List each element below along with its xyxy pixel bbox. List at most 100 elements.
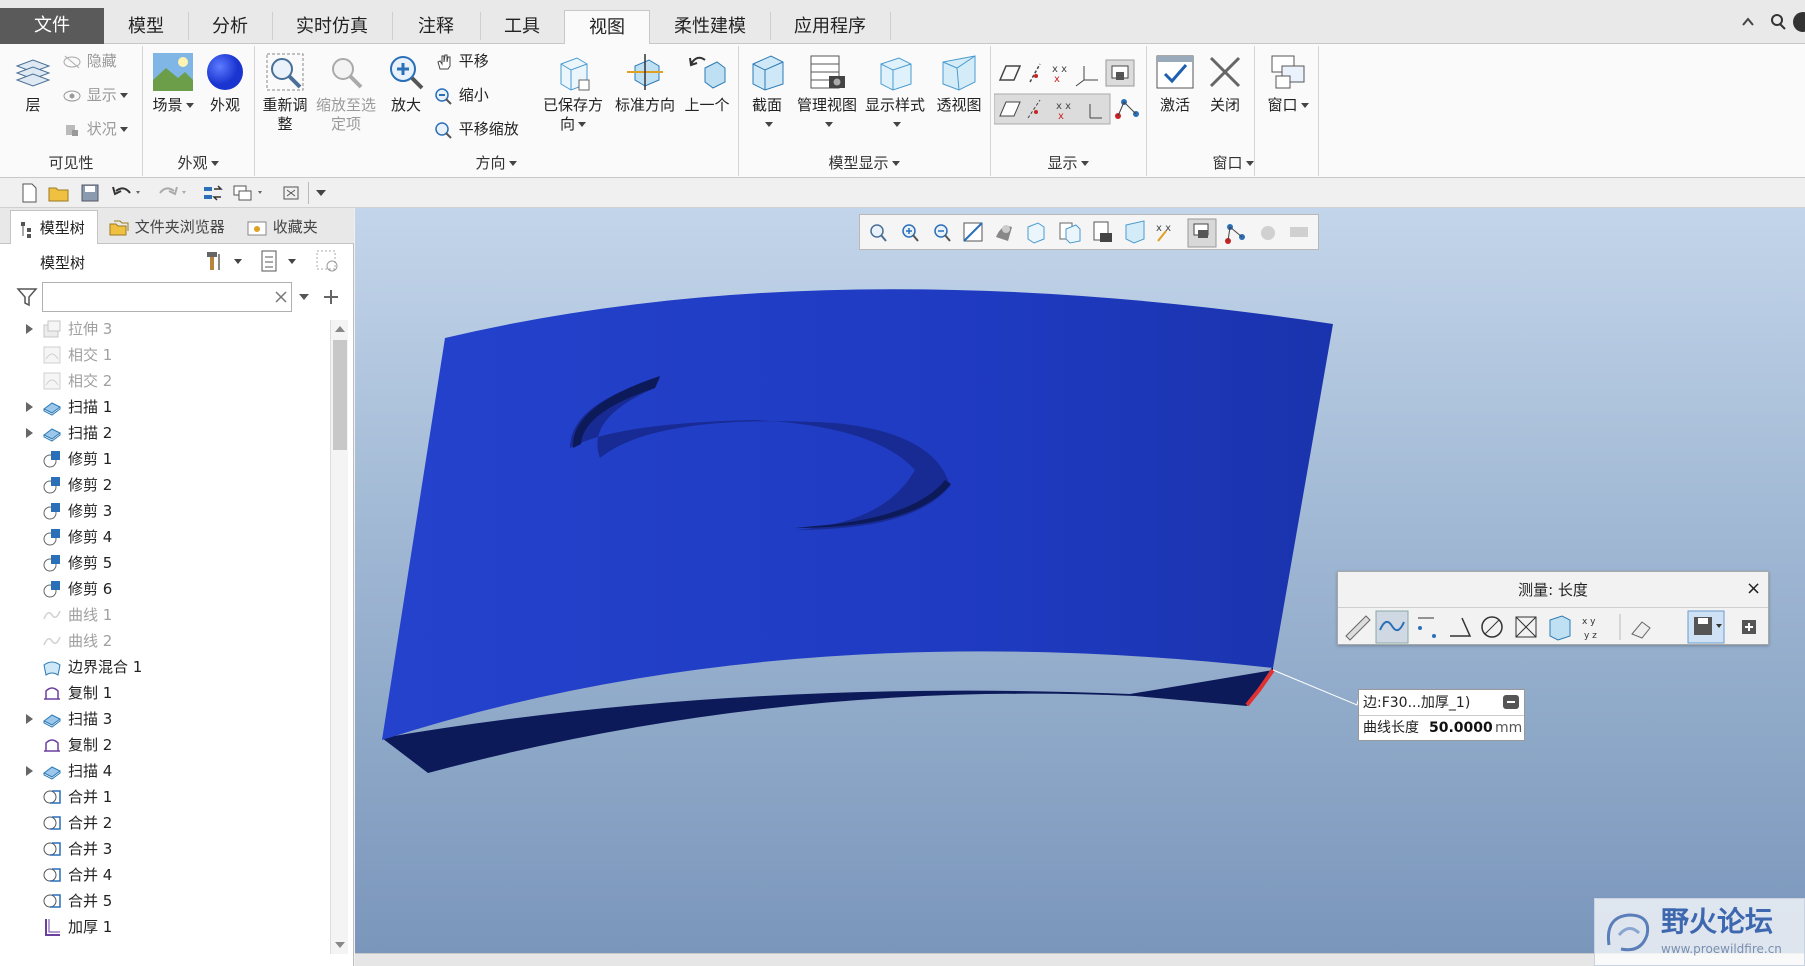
tree-item[interactable]: 扫描 2 — [0, 420, 330, 446]
repaint-icon[interactable] — [963, 222, 983, 242]
scene-button[interactable]: 场景 — [148, 52, 198, 115]
slab-disabled-icon[interactable] — [1290, 227, 1308, 237]
datum-display-row1[interactable]: x xx — [996, 58, 1136, 88]
close-icon[interactable] — [282, 183, 302, 203]
manage-views-button[interactable]: 管理视图 — [794, 52, 860, 134]
appearance-button[interactable]: 外观 — [202, 52, 248, 115]
search-options-icon[interactable] — [298, 292, 310, 302]
windows-icon[interactable] — [232, 183, 268, 203]
open-folder-icon[interactable] — [48, 183, 70, 203]
tree-item[interactable]: 合并 3 — [0, 836, 330, 862]
model-display-group-label[interactable]: 模型显示 — [738, 150, 990, 176]
layer-button[interactable]: 层 — [8, 52, 58, 115]
section-button[interactable]: 截面 — [742, 52, 792, 134]
tree-item[interactable]: 修剪 3 — [0, 498, 330, 524]
measure-close-button[interactable]: × — [1746, 579, 1761, 599]
tree-item[interactable]: 合并 4 — [0, 862, 330, 888]
diameter-measure-icon[interactable] — [1481, 616, 1503, 638]
tree-item[interactable]: 复制 1 — [0, 680, 330, 706]
zoom-out-button[interactable]: 缩小 — [434, 84, 489, 106]
tab-flexible-modeling[interactable]: 柔性建模 — [650, 10, 770, 44]
expand-dialog-icon[interactable] — [1742, 620, 1756, 634]
summary-ruler-icon[interactable] — [1345, 615, 1371, 641]
scroll-down-icon[interactable] — [334, 940, 346, 950]
zoom-out-toolbar-icon[interactable] — [934, 224, 951, 242]
collapse-callout-icon[interactable] — [1502, 694, 1520, 710]
tree-item[interactable]: 修剪 6 — [0, 576, 330, 602]
volume-measure-icon[interactable] — [1549, 615, 1571, 641]
search-icon[interactable] — [1768, 12, 1788, 32]
tab-file[interactable]: 文件 — [0, 8, 104, 44]
view-manager-toolbar-icon[interactable] — [1059, 222, 1081, 244]
tab-folder-browser[interactable]: 文件夹浏览器 — [100, 210, 236, 244]
close-window-button[interactable]: 关闭 — [1202, 52, 1248, 115]
tree-item[interactable]: 修剪 1 — [0, 446, 330, 472]
activate-button[interactable]: 激活 — [1152, 52, 1198, 115]
pan-zoom-button[interactable]: 平移缩放 — [434, 118, 519, 140]
tree-item[interactable]: 合并 5 — [0, 888, 330, 914]
tree-item[interactable]: 曲线 1 — [0, 602, 330, 628]
area-measure-icon[interactable] — [1515, 616, 1537, 638]
regenerate-icon[interactable] — [202, 183, 224, 203]
tab-applications[interactable]: 应用程序 — [770, 10, 890, 44]
saved-orientations-button[interactable]: 已保存方向 — [538, 52, 608, 134]
zoom-in-button[interactable]: 放大 — [384, 52, 428, 115]
datum-display-toolbar-icon[interactable]: x x — [1156, 223, 1171, 242]
sphere-disabled-icon[interactable] — [1261, 226, 1275, 240]
window-button[interactable]: 窗口 — [1262, 52, 1314, 115]
clear-search-icon[interactable] — [274, 290, 288, 304]
perspective-button[interactable]: 透视图 — [930, 52, 988, 115]
save-icon[interactable] — [80, 183, 100, 203]
expand-arrow-icon[interactable] — [26, 428, 33, 438]
orientation-group-label[interactable]: 方向 — [254, 150, 738, 176]
scroll-up-icon[interactable] — [334, 324, 346, 334]
tab-view[interactable]: 视图 — [564, 10, 650, 44]
expand-arrow-icon[interactable] — [26, 402, 33, 412]
hide-button[interactable]: 隐藏 — [62, 50, 117, 72]
model-top-face[interactable] — [382, 289, 1333, 740]
tree-item[interactable]: 相交 1 — [0, 342, 330, 368]
tree-search-input[interactable] — [42, 282, 292, 312]
zoom-in-toolbar-icon[interactable] — [902, 224, 919, 242]
transform-measure-icon[interactable]: x y y z — [1582, 617, 1597, 641]
scroll-thumb[interactable] — [333, 340, 347, 450]
refit-icon[interactable] — [870, 224, 887, 242]
tree-item[interactable]: 曲线 2 — [0, 628, 330, 654]
tree-item[interactable]: 加厚 1 — [0, 914, 330, 940]
expand-arrow-icon[interactable] — [26, 714, 33, 724]
tab-realtime-simulation[interactable]: 实时仿真 — [272, 10, 392, 44]
status-button[interactable]: 状况 — [62, 118, 128, 140]
zoom-to-selected-button[interactable]: 缩放至选定项 — [314, 52, 378, 134]
tree-item[interactable]: 扫描 3 — [0, 706, 330, 732]
tree-item[interactable]: 修剪 5 — [0, 550, 330, 576]
tree-item[interactable]: 合并 2 — [0, 810, 330, 836]
tree-item[interactable]: 复制 2 — [0, 732, 330, 758]
tree-item[interactable]: 修剪 2 — [0, 472, 330, 498]
redo-icon[interactable] — [156, 183, 190, 203]
tab-analysis[interactable]: 分析 — [188, 10, 272, 44]
distance-measure-icon[interactable] — [1418, 617, 1436, 638]
tag-display-row[interactable]: x xx — [994, 92, 1144, 126]
refit-button[interactable]: 重新调整 — [258, 52, 312, 134]
tree-item[interactable]: 修剪 4 — [0, 524, 330, 550]
spin-center-toolbar-icon[interactable] — [1225, 224, 1245, 244]
measure-result-callout[interactable]: 边:F30...加厚_1) 曲线长度 50.0000 mm — [1358, 689, 1525, 741]
show-button[interactable]: 显示 — [62, 84, 128, 106]
appearance-group-label[interactable]: 外观 — [142, 150, 254, 176]
tab-model-tree[interactable]: 模型树 — [10, 210, 98, 244]
expand-arrow-icon[interactable] — [26, 766, 33, 776]
tree-item[interactable]: 合并 1 — [0, 784, 330, 810]
angle-measure-icon[interactable] — [1450, 617, 1472, 637]
tree-item[interactable]: 相交 2 — [0, 368, 330, 394]
tree-filter-display-icon[interactable] — [314, 248, 342, 274]
new-file-icon[interactable] — [20, 183, 38, 203]
add-filter-icon[interactable] — [322, 288, 340, 306]
previous-orientation-button[interactable]: 上一个 — [682, 52, 732, 115]
tab-tools[interactable]: 工具 — [480, 10, 564, 44]
tree-item[interactable]: 边界混合 1 — [0, 654, 330, 680]
tree-settings-icon[interactable] — [204, 248, 248, 274]
pan-button[interactable]: 平移 — [434, 50, 489, 72]
tree-columns-icon[interactable] — [258, 248, 302, 274]
expand-arrow-icon[interactable] — [26, 324, 33, 334]
tree-item[interactable]: 拉伸 3 — [0, 320, 330, 342]
